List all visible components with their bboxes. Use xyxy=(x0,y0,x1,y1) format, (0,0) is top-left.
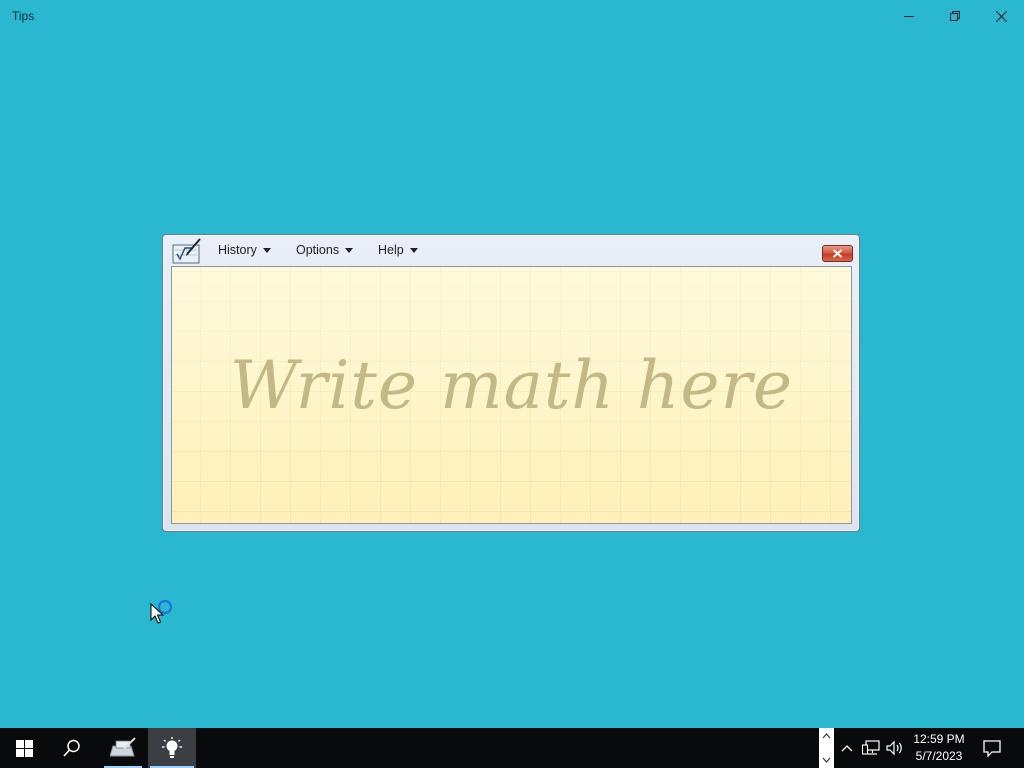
dropdown-arrow-icon xyxy=(262,247,271,253)
volume-icon xyxy=(886,740,902,756)
start-button[interactable] xyxy=(0,728,48,768)
busy-cursor-icon xyxy=(150,598,178,631)
restore-icon xyxy=(950,11,960,21)
math-panel-logo-icon xyxy=(172,237,202,265)
menu-options-label: Options xyxy=(296,243,340,257)
start-icon xyxy=(15,739,33,757)
chevron-down-icon xyxy=(822,757,831,763)
chevron-up-icon xyxy=(841,745,853,752)
menu-options[interactable]: Options xyxy=(296,243,354,257)
clock-date: 5/7/2023 xyxy=(915,749,963,763)
close-icon xyxy=(995,10,1007,22)
dropdown-arrow-icon xyxy=(345,247,354,253)
math-writing-area[interactable]: Write math here xyxy=(171,266,852,524)
chevron-up-icon xyxy=(822,733,831,739)
writing-area-placeholder: Write math here xyxy=(229,347,794,424)
network-icon xyxy=(862,740,880,755)
menu-history[interactable]: History xyxy=(218,243,271,257)
taskbar-clock[interactable]: 12:59 PM 5/7/2023 xyxy=(904,731,974,765)
search-button[interactable] xyxy=(48,728,96,768)
minimize-button[interactable] xyxy=(886,0,932,32)
tips-lightbulb-icon xyxy=(162,737,182,758)
volume-button[interactable] xyxy=(884,728,906,768)
dropdown-arrow-icon xyxy=(409,247,418,253)
taskbar-tips[interactable] xyxy=(148,728,196,768)
network-button[interactable] xyxy=(860,728,882,768)
menu-history-label: History xyxy=(218,243,257,257)
math-input-panel: History Options Help Write math here xyxy=(162,234,860,532)
show-hidden-icons-button[interactable] xyxy=(838,728,856,768)
close-button[interactable] xyxy=(978,0,1024,32)
app-title: Tips xyxy=(12,9,35,23)
restore-button[interactable] xyxy=(932,0,978,32)
clock-time: 12:59 PM xyxy=(913,732,965,746)
action-center-icon xyxy=(983,739,1001,757)
math-panel-close-button[interactable] xyxy=(822,245,853,262)
taskbar: 12:59 PM 5/7/2023 xyxy=(0,728,1024,768)
menu-help[interactable]: Help xyxy=(378,243,418,257)
close-icon xyxy=(832,249,843,258)
search-icon xyxy=(63,739,80,757)
minimize-icon xyxy=(904,16,914,17)
menu-help-label: Help xyxy=(378,243,404,257)
app-titlebar: Tips xyxy=(0,0,1024,32)
math-panel-toolbar: History Options Help xyxy=(163,235,859,267)
math-input-panel-icon xyxy=(110,737,136,757)
taskbar-scroll-control[interactable] xyxy=(819,728,834,768)
taskbar-math-input-panel[interactable] xyxy=(102,728,144,768)
action-center-button[interactable] xyxy=(976,728,1008,768)
